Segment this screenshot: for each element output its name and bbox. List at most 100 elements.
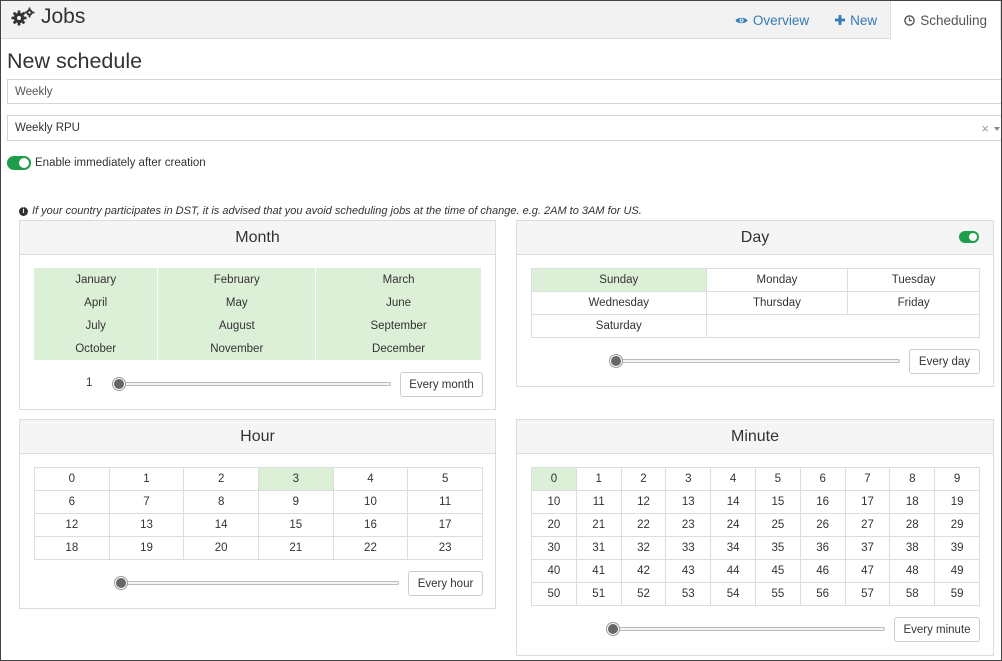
month-cell[interactable]: February	[157, 268, 317, 291]
minute-cell[interactable]: 17	[844, 490, 891, 514]
minute-cell[interactable]: 36	[799, 536, 846, 560]
minute-cell[interactable]: 57	[844, 582, 891, 606]
minute-cell[interactable]: 11	[575, 490, 622, 514]
minute-cell[interactable]: 46	[799, 559, 846, 583]
minute-cell[interactable]: 50	[531, 582, 577, 606]
minute-cell[interactable]: 53	[665, 582, 712, 606]
minute-cell[interactable]: 7	[844, 467, 891, 491]
minute-cell[interactable]: 3	[665, 467, 712, 491]
tab-overview[interactable]: Overview	[722, 1, 822, 39]
minute-cell[interactable]: 32	[620, 536, 667, 560]
minute-cell[interactable]: 20	[531, 513, 577, 537]
brand[interactable]: Jobs	[11, 5, 85, 29]
minute-cell[interactable]: 58	[889, 582, 936, 606]
month-cell[interactable]: January	[34, 268, 159, 291]
month-slider-handle[interactable]	[113, 378, 125, 390]
minute-cell[interactable]: 51	[575, 582, 622, 606]
hour-cell[interactable]: 13	[108, 513, 185, 537]
day-slider[interactable]	[610, 355, 900, 367]
hour-cell[interactable]: 1	[108, 467, 185, 491]
day-cell[interactable]: Sunday	[531, 268, 707, 292]
month-cell[interactable]: July	[34, 314, 159, 337]
schedule-name-input[interactable]: Weekly	[7, 79, 1001, 104]
minute-cell[interactable]: 52	[620, 582, 667, 606]
every-month-button[interactable]: Every month	[400, 372, 483, 397]
day-cell[interactable]: Friday	[847, 291, 980, 315]
day-cell[interactable]: Monday	[705, 268, 849, 292]
month-cell[interactable]: May	[157, 291, 317, 314]
minute-cell[interactable]: 25	[754, 513, 801, 537]
hour-slider[interactable]	[115, 577, 399, 589]
minute-cell[interactable]: 4	[710, 467, 756, 491]
hour-cell[interactable]: 16	[332, 513, 409, 537]
minute-cell[interactable]: 44	[710, 559, 756, 583]
minute-cell[interactable]: 33	[665, 536, 712, 560]
minute-cell[interactable]: 49	[934, 559, 980, 583]
hour-slider-handle[interactable]	[115, 577, 127, 589]
minute-cell[interactable]: 30	[531, 536, 577, 560]
minute-cell[interactable]: 47	[844, 559, 891, 583]
tab-new[interactable]: New	[822, 1, 890, 39]
month-cell[interactable]: August	[157, 314, 317, 337]
minute-cell[interactable]: 59	[934, 582, 980, 606]
minute-cell[interactable]: 19	[934, 490, 980, 514]
minute-slider-handle[interactable]	[607, 623, 619, 635]
minute-cell[interactable]: 13	[665, 490, 712, 514]
minute-cell[interactable]: 35	[754, 536, 801, 560]
hour-cell[interactable]: 18	[34, 536, 110, 560]
hour-cell[interactable]: 6	[34, 490, 110, 514]
minute-cell[interactable]: 42	[620, 559, 667, 583]
job-select[interactable]: Weekly RPU ×	[7, 115, 1001, 141]
day-cell[interactable]: Wednesday	[531, 291, 707, 315]
minute-cell[interactable]: 9	[934, 467, 980, 491]
hour-cell[interactable]: 11	[407, 490, 483, 514]
every-hour-button[interactable]: Every hour	[408, 571, 483, 596]
hour-cell[interactable]: 7	[108, 490, 185, 514]
hour-cell[interactable]: 10	[332, 490, 409, 514]
month-cell[interactable]: April	[34, 291, 159, 314]
hour-cell[interactable]: 8	[183, 490, 259, 514]
minute-cell[interactable]: 56	[799, 582, 846, 606]
hour-cell[interactable]: 12	[34, 513, 110, 537]
hour-cell[interactable]: 9	[257, 490, 334, 514]
minute-cell[interactable]: 28	[889, 513, 936, 537]
minute-cell[interactable]: 54	[710, 582, 756, 606]
month-cell[interactable]: June	[315, 291, 482, 314]
tab-scheduling[interactable]: Scheduling	[890, 1, 1001, 40]
month-cell[interactable]: September	[315, 314, 482, 337]
minute-cell[interactable]: 15	[754, 490, 801, 514]
minute-cell[interactable]: 31	[575, 536, 622, 560]
hour-cell[interactable]: 3	[257, 467, 334, 491]
day-cell[interactable]: Saturday	[531, 314, 707, 338]
hour-cell[interactable]: 5	[407, 467, 483, 491]
every-minute-button[interactable]: Every minute	[894, 617, 980, 642]
minute-cell[interactable]: 38	[889, 536, 936, 560]
enable-toggle[interactable]	[7, 156, 31, 170]
chevron-down-icon[interactable]	[994, 127, 1000, 131]
clear-icon[interactable]: ×	[981, 121, 989, 136]
minute-cell[interactable]: 14	[710, 490, 756, 514]
minute-cell[interactable]: 39	[934, 536, 980, 560]
minute-cell[interactable]: 34	[710, 536, 756, 560]
hour-cell[interactable]: 17	[407, 513, 483, 537]
minute-cell[interactable]: 27	[844, 513, 891, 537]
day-cell[interactable]: Thursday	[705, 291, 849, 315]
hour-cell[interactable]: 19	[108, 536, 185, 560]
minute-cell[interactable]: 12	[620, 490, 667, 514]
minute-cell[interactable]: 24	[710, 513, 756, 537]
minute-cell[interactable]: 48	[889, 559, 936, 583]
day-slider-handle[interactable]	[610, 355, 622, 367]
month-cell[interactable]: November	[157, 337, 317, 360]
minute-cell[interactable]: 5	[754, 467, 801, 491]
minute-cell[interactable]: 0	[531, 467, 577, 491]
minute-cell[interactable]: 55	[754, 582, 801, 606]
minute-cell[interactable]: 16	[799, 490, 846, 514]
minute-cell[interactable]: 18	[889, 490, 936, 514]
minute-cell[interactable]: 29	[934, 513, 980, 537]
minute-cell[interactable]: 37	[844, 536, 891, 560]
month-cell[interactable]: December	[315, 337, 482, 360]
minute-cell[interactable]: 8	[889, 467, 936, 491]
hour-cell[interactable]: 22	[332, 536, 409, 560]
minute-cell[interactable]: 2	[620, 467, 667, 491]
month-slider[interactable]	[113, 378, 391, 390]
